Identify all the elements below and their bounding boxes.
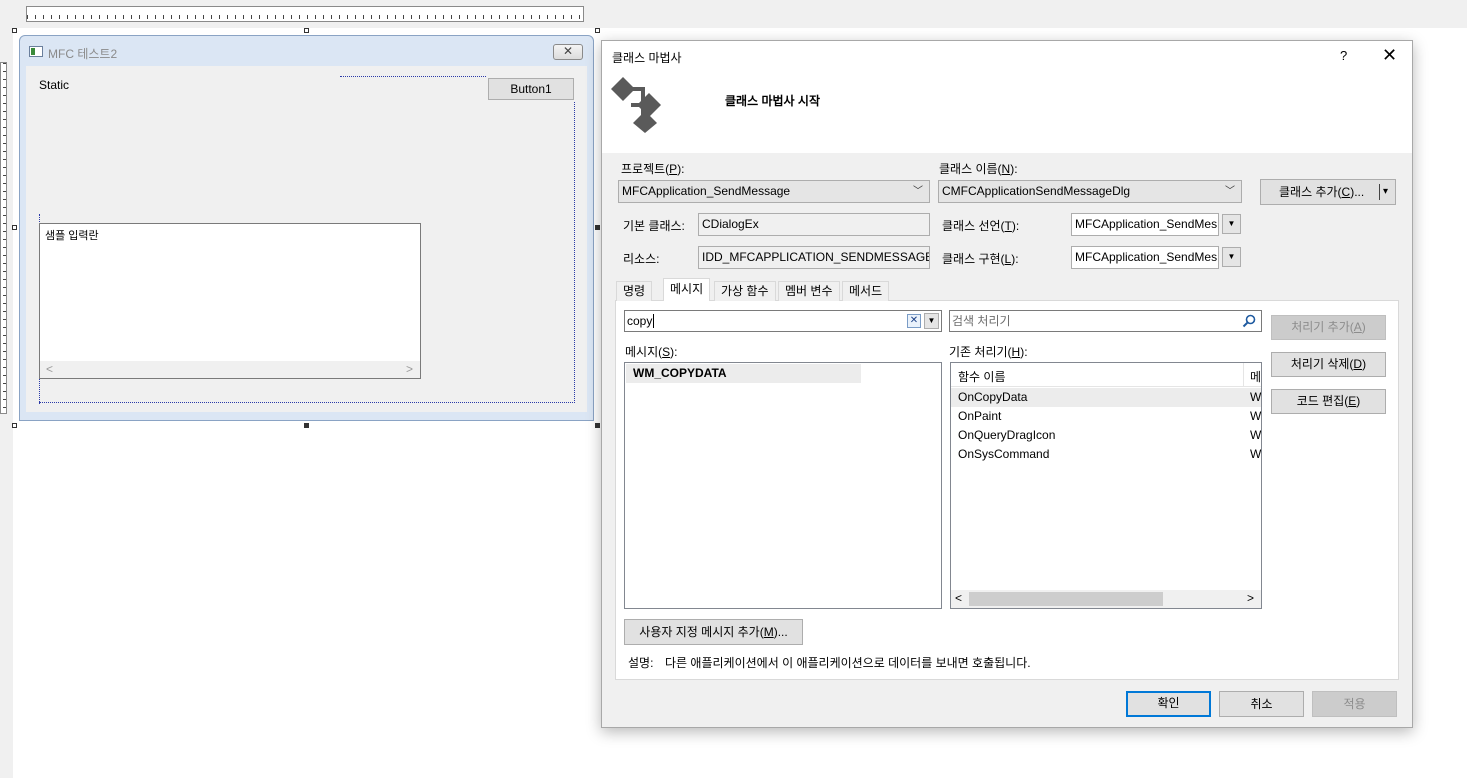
class-decl-dropdown-icon[interactable]: ▼: [1222, 214, 1241, 234]
help-button[interactable]: ?: [1340, 48, 1347, 63]
class-impl-dropdown-icon[interactable]: ▼: [1222, 247, 1241, 267]
scroll-right-icon[interactable]: >: [1247, 591, 1254, 605]
table-row[interactable]: OnSysCommand W: [951, 445, 1261, 464]
resize-handle[interactable]: [595, 225, 600, 230]
resize-handle[interactable]: [12, 28, 17, 33]
project-label: 프로젝트(P):: [621, 162, 685, 176]
base-class-label: 기본 클래스:: [623, 219, 685, 233]
delete-handler-button[interactable]: 처리기 삭제(D): [1271, 352, 1386, 377]
message-search-input[interactable]: copy ✕ ▼: [624, 310, 942, 332]
dialog-template-titlebar: MFC 테스트2 ✕: [20, 36, 593, 66]
dialog-template-title: MFC 테스트2: [48, 47, 118, 61]
resize-handle[interactable]: [304, 423, 309, 428]
class-name-dropdown[interactable]: CMFCApplicationSendMessageDlg ﹀: [938, 180, 1242, 203]
base-class-field: CDialogEx: [698, 213, 930, 236]
search-icon[interactable]: [1242, 314, 1256, 328]
dialog-template-window[interactable]: MFC 테스트2 ✕ Static Button1 샘플 입력란 < >: [19, 35, 594, 421]
class-decl-field[interactable]: MFCApplication_SendMes: [1071, 213, 1219, 236]
scroll-left-icon[interactable]: <: [955, 591, 962, 605]
add-custom-message-button[interactable]: 사용자 지정 메시지 추가(M)...: [624, 619, 803, 645]
edit-control[interactable]: 샘플 입력란 < >: [39, 223, 421, 379]
static-text-control[interactable]: Static: [39, 78, 69, 92]
button1-control[interactable]: Button1: [488, 78, 574, 100]
chevron-down-icon: ﹀: [913, 186, 923, 197]
column-header-function[interactable]: 함수 이름: [958, 368, 1006, 385]
tab-methods[interactable]: 메서드: [842, 281, 890, 301]
class-decl-label: 클래스 선언(T):: [942, 219, 1020, 233]
resize-handle[interactable]: [595, 423, 600, 428]
chevron-down-icon: ﹀: [1225, 186, 1235, 197]
tab-commands[interactable]: 명령: [616, 281, 653, 301]
table-row[interactable]: OnCopyData W: [951, 388, 1261, 407]
tab-virtual-functions[interactable]: 가상 함수: [714, 281, 776, 301]
apply-button[interactable]: 적용: [1312, 691, 1397, 717]
resize-handle[interactable]: [304, 28, 309, 33]
messages-label: 메시지(S):: [625, 345, 678, 359]
class-impl-label: 클래스 구현(L):: [942, 252, 1019, 266]
tab-messages[interactable]: 메시지: [663, 278, 711, 301]
add-class-label: 클래스 추가(C)...: [1279, 185, 1365, 199]
wizard-subtitle: 클래스 마법사 시작: [725, 94, 820, 108]
scrollbar-thumb[interactable]: [969, 592, 1163, 606]
handlers-label: 기존 처리기(H):: [949, 345, 1028, 359]
handler-search-placeholder: 검색 처리기: [952, 314, 1011, 328]
layout-guide: [574, 102, 575, 403]
resource-field: IDD_MFCAPPLICATION_SENDMESSAGE_D: [698, 246, 930, 269]
description-label: 설명:: [628, 656, 654, 670]
class-name-label: 클래스 이름(N):: [939, 162, 1018, 176]
scroll-left-icon[interactable]: <: [46, 361, 53, 378]
dialog-template-client[interactable]: Static Button1 샘플 입력란 < >: [26, 66, 587, 412]
resource-label: 리소스:: [623, 252, 660, 266]
class-wizard-logo-icon: [611, 77, 661, 133]
layout-guide: [340, 76, 486, 77]
resize-handle[interactable]: [595, 28, 600, 33]
wizard-title: 클래스 마법사: [612, 51, 682, 65]
layout-guide: [39, 402, 575, 403]
edit-control-text: 샘플 입력란: [45, 230, 99, 242]
resize-handle[interactable]: [12, 423, 17, 428]
column-header-message[interactable]: 메: [1250, 368, 1261, 385]
add-class-button[interactable]: 클래스 추가(C)... ▾: [1260, 179, 1396, 205]
resize-handle[interactable]: [12, 225, 17, 230]
list-item[interactable]: WM_COPYDATA: [626, 364, 861, 383]
horizontal-ruler: [26, 6, 584, 22]
split-arrow-icon[interactable]: ▾: [1383, 180, 1388, 204]
close-icon[interactable]: ✕: [553, 44, 583, 60]
description-text: 다른 애플리케이션에서 이 애플리케이션으로 데이터를 보내면 호출됩니다.: [665, 656, 1031, 670]
close-glyph: ✕: [562, 44, 574, 58]
class-name-value: CMFCApplicationSendMessageDlg: [942, 184, 1131, 198]
class-impl-field[interactable]: MFCApplication_SendMes: [1071, 246, 1219, 269]
vertical-ruler: [0, 62, 7, 414]
close-button[interactable]: ✕: [1382, 45, 1397, 65]
project-dropdown[interactable]: MFCApplication_SendMessage ﹀: [618, 180, 930, 203]
class-wizard-dialog: 클래스 마법사 ? ✕ 클래스 마법사 시작 프로젝트(P): MFCAppli…: [601, 40, 1413, 728]
scroll-right-icon[interactable]: >: [406, 361, 413, 378]
message-search-value: copy: [627, 314, 653, 328]
search-history-dropdown-icon[interactable]: ▼: [924, 313, 939, 329]
tab-member-variables[interactable]: 멤버 변수: [778, 281, 840, 301]
handlers-horizontal-scrollbar[interactable]: < >: [951, 590, 1261, 608]
messages-list[interactable]: WM_COPYDATA: [624, 362, 942, 609]
ok-button[interactable]: 확인: [1126, 691, 1211, 717]
edit-code-button[interactable]: 코드 편집(E): [1271, 389, 1386, 414]
handler-search-input[interactable]: 검색 처리기: [949, 310, 1262, 332]
project-value: MFCApplication_SendMessage: [622, 184, 791, 198]
table-row[interactable]: OnPaint W: [951, 407, 1261, 426]
table-row[interactable]: OnQueryDragIcon W: [951, 426, 1261, 445]
clear-search-icon[interactable]: ✕: [907, 314, 921, 328]
app-icon: [29, 46, 43, 57]
add-handler-button[interactable]: 처리기 추가(A): [1271, 315, 1386, 340]
wizard-header: 클래스 마법사 ? ✕ 클래스 마법사 시작: [602, 41, 1412, 153]
handlers-list-header: 함수 이름 메: [951, 363, 1261, 387]
cancel-button[interactable]: 취소: [1219, 691, 1304, 717]
edit-horizontal-scrollbar[interactable]: < >: [40, 361, 420, 378]
handlers-list[interactable]: 함수 이름 메 OnCopyData W OnPaint W OnQueryDr…: [950, 362, 1262, 609]
